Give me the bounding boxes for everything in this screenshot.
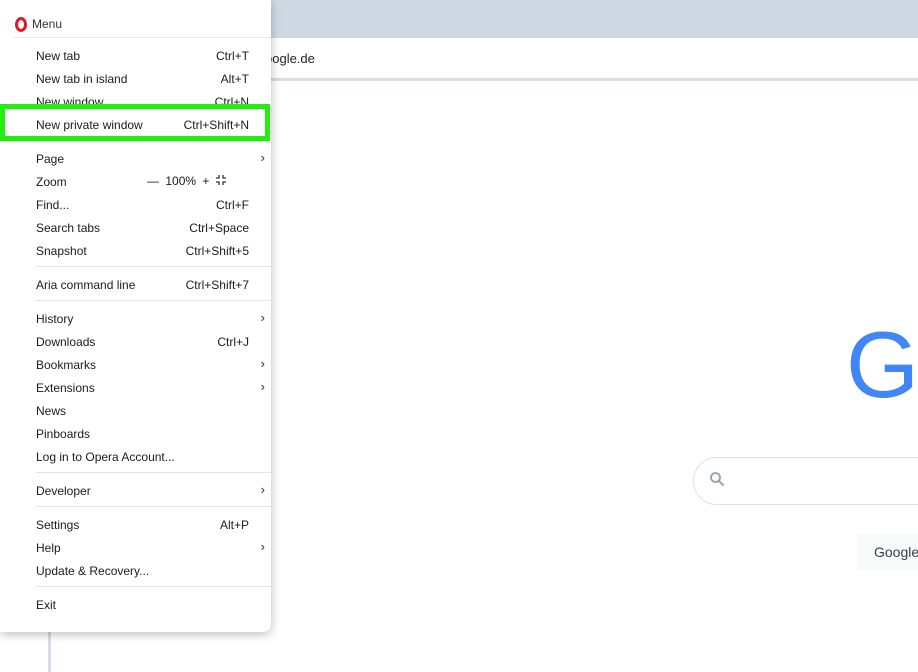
menu-item-label: New tab: [36, 49, 81, 63]
menu-item-shortcut: Alt+P: [219, 518, 249, 532]
menu-item-help[interactable]: Help ›: [0, 537, 271, 559]
menu-header: Menu: [15, 15, 62, 33]
menu-item-label: Snapshot: [36, 244, 87, 258]
menu-item-label: New private window: [36, 118, 143, 132]
menu-item-shortcut: Ctrl+Shift+7: [185, 278, 249, 292]
google-search-button[interactable]: Google: [857, 534, 918, 570]
menu-item-aria-command-line[interactable]: Aria command line Ctrl+Shift+7: [0, 274, 271, 296]
menu-item-shortcut: Ctrl+T: [216, 49, 249, 63]
menu-item-downloads[interactable]: Downloads Ctrl+J: [0, 331, 271, 353]
menu-item-extensions[interactable]: Extensions ›: [0, 377, 271, 399]
menu-header-divider: [14, 37, 271, 38]
menu-item-label: Zoom: [36, 175, 67, 189]
menu-divider: [36, 266, 271, 267]
search-icon: [710, 472, 724, 486]
menu-item-bookmarks[interactable]: Bookmarks ›: [0, 354, 271, 376]
menu-item-shortcut: Ctrl+Shift+5: [185, 244, 249, 258]
menu-item-label: Page: [36, 152, 65, 166]
menu-item-pinboards[interactable]: Pinboards: [0, 423, 271, 445]
zoom-controls: — 100% +: [147, 174, 212, 188]
menu-item-label: Downloads: [36, 335, 96, 349]
menu-item-label: Extensions: [36, 381, 95, 395]
menu-item-label: Developer: [36, 484, 91, 498]
menu-item-log-in[interactable]: Log in to Opera Account...: [0, 446, 271, 468]
menu-item-update-recovery[interactable]: Update & Recovery...: [0, 560, 271, 582]
menu-item-label: Settings: [36, 518, 80, 532]
menu-item-label: Find...: [36, 198, 70, 212]
menu-item-label: Bookmarks: [36, 358, 97, 372]
menu-item-new-private-window[interactable]: New private window Ctrl+Shift+N: [0, 114, 271, 136]
chevron-right-icon: ›: [260, 539, 265, 554]
menu-item-shortcut: Ctrl+F: [216, 198, 249, 212]
fullscreen-icon[interactable]: [215, 174, 227, 186]
menu-item-label: News: [36, 404, 67, 418]
menu-item-news[interactable]: News: [0, 400, 271, 422]
menu-item-label: Update & Recovery...: [36, 564, 150, 578]
menu-item-shortcut: Ctrl+J: [217, 335, 249, 349]
opera-logo-icon: [15, 16, 27, 32]
zoom-out-button[interactable]: —: [147, 174, 159, 188]
menu-item-exit[interactable]: Exit: [0, 594, 271, 616]
address-bar-text[interactable]: oogle.de: [265, 51, 315, 66]
menu-item-page[interactable]: Page ›: [0, 148, 271, 170]
chevron-right-icon: ›: [260, 482, 265, 497]
chevron-right-icon: ›: [260, 150, 265, 165]
menu-item-label: Pinboards: [36, 427, 91, 441]
menu-item-zoom: Zoom: [0, 171, 271, 193]
chevron-right-icon: ›: [260, 379, 265, 394]
menu-item-snapshot[interactable]: Snapshot Ctrl+Shift+5: [0, 240, 271, 262]
menu-item-label: Help: [36, 541, 61, 555]
menu-divider: [36, 586, 271, 587]
menu-item-label: History: [36, 312, 74, 326]
menu-item-label: Exit: [36, 598, 57, 612]
chevron-right-icon: ›: [260, 356, 265, 371]
menu-item-shortcut: Ctrl+Shift+N: [183, 118, 249, 132]
menu-item-label: Aria command line: [36, 278, 136, 292]
chevron-right-icon: ›: [260, 310, 265, 325]
menu-item-shortcut: Alt+T: [220, 72, 249, 86]
menu-item-label: New tab in island: [36, 72, 128, 86]
menu-title: Menu: [32, 17, 63, 31]
menu-item-shortcut: Ctrl+Space: [189, 221, 249, 235]
menu-item-history[interactable]: History ›: [0, 308, 271, 330]
google-logo: G: [846, 312, 918, 417]
menu-item-label: Log in to Opera Account...: [36, 450, 175, 464]
menu-item-label: Search tabs: [36, 221, 101, 235]
menu-divider: [36, 472, 271, 473]
menu-item-new-tab[interactable]: New tab Ctrl+T: [0, 45, 271, 67]
menu-item-search-tabs[interactable]: Search tabs Ctrl+Space: [0, 217, 271, 239]
menu-item-settings[interactable]: Settings Alt+P: [0, 514, 271, 536]
zoom-in-button[interactable]: +: [202, 174, 209, 188]
menu-divider: [36, 506, 271, 507]
opera-main-menu: Menu New tab Ctrl+T New tab in island Al…: [0, 0, 271, 632]
zoom-level: 100%: [165, 174, 197, 188]
menu-item-find[interactable]: Find... Ctrl+F: [0, 194, 271, 216]
menu-item-new-tab-in-island[interactable]: New tab in island Alt+T: [0, 68, 271, 90]
menu-item-developer[interactable]: Developer ›: [0, 480, 271, 502]
menu-divider: [36, 300, 271, 301]
google-search-input[interactable]: [693, 457, 918, 505]
